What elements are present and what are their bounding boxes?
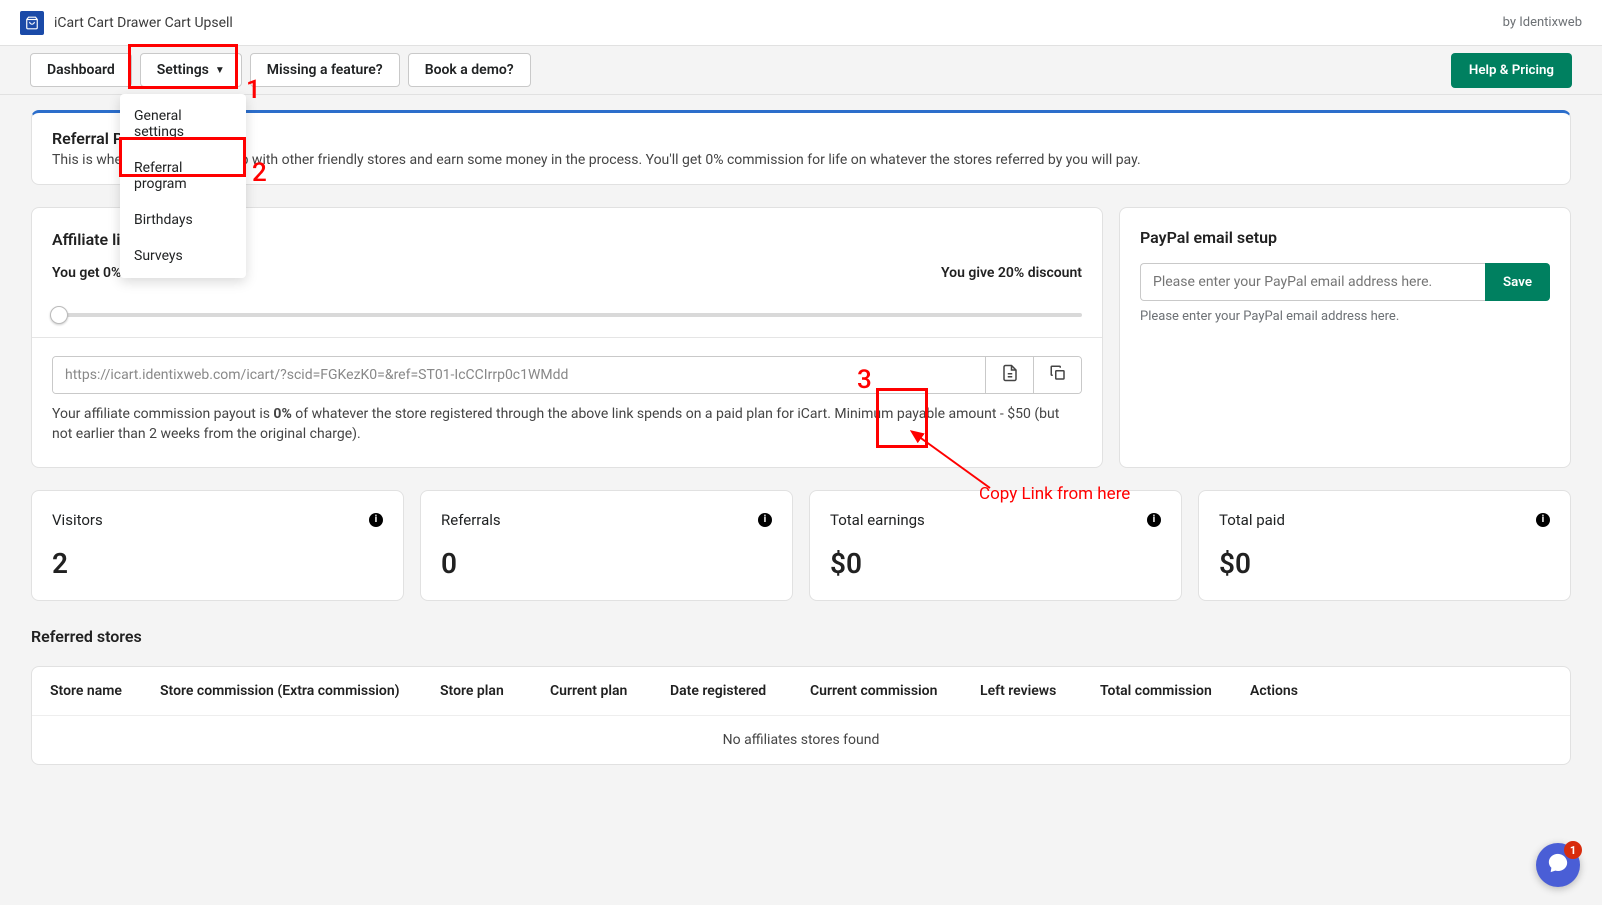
dropdown-surveys[interactable]: Surveys [120,238,246,274]
caret-down-icon: ▼ [215,65,225,76]
desc-bold: 0% [273,406,291,422]
topbar: iCart Cart Drawer Cart Upsell by Identix… [0,0,1602,46]
table-header: Store name Store commission (Extra commi… [32,667,1570,716]
nav-left: Dashboard Settings ▼ Missing a feature? … [30,53,531,87]
settings-button[interactable]: Settings ▼ [140,53,242,87]
app-logo-icon [20,11,44,35]
paypal-help-text: Please enter your PayPal email address h… [1140,309,1550,324]
annotation-number-3: 3 [857,365,872,395]
affiliate-link-section: Your affiliate commission payout is 0% o… [32,337,1102,467]
info-icon[interactable]: i [1147,513,1161,527]
col-current-plan: Current plan [542,683,662,699]
copy-icon [1049,364,1067,386]
by-text: by Identixweb [1503,15,1582,30]
document-icon [1001,364,1019,386]
referred-stores-table: Store name Store commission (Extra commi… [31,666,1571,765]
col-current-commission: Current commission [802,683,972,699]
dropdown-birthdays[interactable]: Birthdays [120,202,246,238]
stat-visitors: i Visitors 2 [31,490,404,601]
stats-grid: i Visitors 2 i Referrals 0 i Total earni… [31,490,1571,601]
col-date-registered: Date registered [662,683,802,699]
col-store-name: Store name [42,683,152,699]
annotation-number-2: 2 [252,158,267,188]
stat-label: Total earnings [830,511,1161,529]
info-icon[interactable]: i [1536,513,1550,527]
topbar-left: iCart Cart Drawer Cart Upsell [20,11,233,35]
col-left-reviews: Left reviews [972,683,1092,699]
missing-feature-button[interactable]: Missing a feature? [250,53,400,87]
paypal-input-row: Save [1140,263,1550,301]
table-empty-row: No affiliates stores found [32,716,1570,764]
affiliate-desc: Your affiliate commission payout is 0% o… [52,404,1082,445]
stat-value: 0 [441,547,772,580]
slider-handle[interactable] [50,306,68,324]
stat-label: Referrals [441,511,772,529]
paypal-title: PayPal email setup [1140,228,1550,247]
paypal-card: PayPal email setup Save Please enter you… [1119,207,1571,468]
paypal-save-button[interactable]: Save [1485,263,1550,301]
stat-value: $0 [1219,547,1550,580]
stat-label: Total paid [1219,511,1550,529]
chat-bubble-button[interactable]: 1 [1536,843,1580,887]
discount-give-label: You give 20% discount [941,265,1082,281]
settings-label: Settings [157,62,209,78]
dashboard-button[interactable]: Dashboard [30,53,132,87]
book-demo-button[interactable]: Book a demo? [408,53,531,87]
col-actions: Actions [1242,683,1332,699]
annotation-number-1: 1 [246,75,261,105]
copy-link-button[interactable] [1033,357,1081,393]
desc-pre: Your affiliate commission payout is [52,406,273,422]
stat-referrals: i Referrals 0 [420,490,793,601]
stat-total-earnings: i Total earnings $0 [809,490,1182,601]
chat-badge: 1 [1564,841,1582,859]
app-title: iCart Cart Drawer Cart Upsell [54,15,233,31]
col-total-commission: Total commission [1092,683,1242,699]
commission-slider[interactable] [32,313,1102,337]
dropdown-referral-program[interactable]: Referral program [120,150,246,202]
affiliate-url-input[interactable] [53,357,985,393]
col-store-commission: Store commission (Extra commission) [152,683,432,699]
view-link-button[interactable] [985,357,1033,393]
banner-text: This is where you share our app with oth… [52,152,1550,168]
info-icon[interactable]: i [369,513,383,527]
stat-total-paid: i Total paid $0 [1198,490,1571,601]
paypal-email-input[interactable] [1140,263,1485,301]
settings-dropdown: General settings Referral program Birthd… [120,94,246,278]
referred-stores-title: Referred stores [31,627,1571,646]
affiliate-url-row [52,356,1082,394]
stat-label: Visitors [52,511,383,529]
main-grid: Affiliate link You get 0% commission You… [31,207,1571,468]
col-store-plan: Store plan [432,683,542,699]
navbar: Dashboard Settings ▼ Missing a feature? … [0,46,1602,95]
stat-value: 2 [52,547,383,580]
help-pricing-button[interactable]: Help & Pricing [1451,53,1572,88]
info-icon[interactable]: i [758,513,772,527]
slider-track [52,313,1082,317]
stat-value: $0 [830,547,1161,580]
dropdown-general-settings[interactable]: General settings [120,98,246,150]
banner-title: Referral Program [52,129,1550,148]
annotation-copy-text: Copy Link from here [979,484,1130,504]
